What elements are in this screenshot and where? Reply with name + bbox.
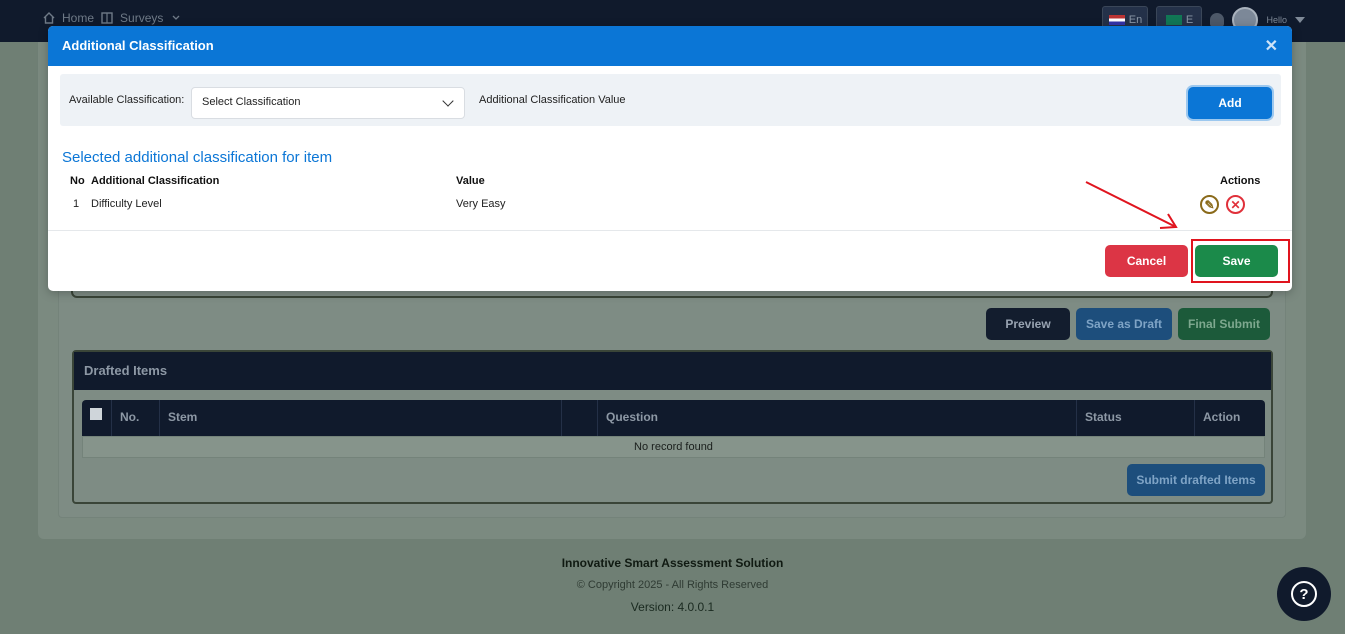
question-circle-icon: ?	[1291, 581, 1317, 607]
table-header: No. Stem Question Status Action	[82, 400, 1265, 436]
footer-product: Innovative Smart Assessment Solution	[561, 556, 784, 570]
row-value: Very Easy	[456, 198, 506, 210]
annotation-highlight-box	[1191, 239, 1290, 283]
home-icon	[43, 12, 55, 24]
available-classification-label: Available Classification:	[69, 94, 185, 106]
user-greeting: Hello	[1266, 15, 1287, 25]
empty-row: No record found	[82, 436, 1265, 458]
col-status: Status	[1077, 400, 1195, 436]
main-nav: Home Surveys	[42, 11, 183, 25]
help-button[interactable]: ?	[1277, 567, 1331, 621]
drafted-items-title: Drafted Items	[74, 352, 1271, 390]
chevron-down-icon	[172, 15, 180, 20]
modal-title: Additional Classification	[62, 38, 214, 53]
pencil-icon[interactable]: ✎	[1200, 195, 1219, 214]
footer-version: Version: 4.0.0.1	[630, 600, 715, 614]
nav-home-link[interactable]: Home	[62, 11, 94, 25]
col-action: Action	[1203, 410, 1241, 424]
select-all-checkbox[interactable]	[90, 408, 102, 420]
row-classification: Difficulty Level	[91, 198, 162, 210]
classification-select[interactable]: Select Classification	[191, 87, 465, 119]
us-flag-icon	[1108, 15, 1125, 25]
close-icon[interactable]: ✕	[1265, 36, 1278, 56]
cancel-button[interactable]: Cancel	[1105, 245, 1188, 277]
delete-icon[interactable]: ✕	[1226, 195, 1245, 214]
additional-classification-modal: Additional Classification ✕ Available Cl…	[48, 26, 1292, 291]
col-actions: Actions	[1220, 175, 1261, 187]
col-no: No.	[112, 400, 160, 436]
lang-other-label: E	[1185, 14, 1194, 26]
preview-button[interactable]: Preview	[986, 308, 1070, 340]
caret-down-icon[interactable]	[1295, 17, 1305, 23]
flag-icon	[1165, 15, 1182, 25]
drafted-items-table: No. Stem Question Status Action No recor…	[82, 400, 1265, 458]
classification-filter-bar: Available Classification: Select Classif…	[60, 74, 1281, 126]
footer-copyright: © Copyright 2025 - All Rights Reserved	[576, 579, 769, 591]
chevron-down-icon	[442, 95, 454, 107]
col-value: Value	[456, 175, 485, 187]
col-question: Question	[598, 400, 1077, 436]
classification-select-value: Select Classification	[202, 96, 301, 108]
nav-surveys-link[interactable]: Surveys	[120, 11, 163, 25]
add-button[interactable]: Add	[1188, 87, 1272, 119]
drafted-items-panel: Drafted Items No. Stem Question Status A…	[72, 350, 1273, 504]
selected-classification-title: Selected additional classification for i…	[62, 149, 333, 166]
classification-value-label: Additional Classification Value	[479, 94, 626, 106]
annotation-arrow	[1085, 181, 1178, 229]
col-classification: Additional Classification	[91, 175, 220, 187]
book-icon	[101, 12, 113, 24]
col-stem: Stem	[160, 400, 562, 436]
select-all-cell	[82, 400, 112, 436]
submit-drafted-items-button[interactable]: Submit drafted Items	[1127, 464, 1265, 496]
row-no: 1	[73, 198, 80, 210]
final-submit-button[interactable]: Final Submit	[1178, 308, 1270, 340]
modal-header: Additional Classification ✕	[48, 26, 1292, 66]
col-no: No	[70, 175, 85, 187]
save-as-draft-button[interactable]: Save as Draft	[1076, 308, 1172, 340]
bell-icon[interactable]	[1210, 13, 1225, 27]
lang-en-label: En	[1128, 14, 1143, 26]
col-blank	[562, 400, 598, 436]
